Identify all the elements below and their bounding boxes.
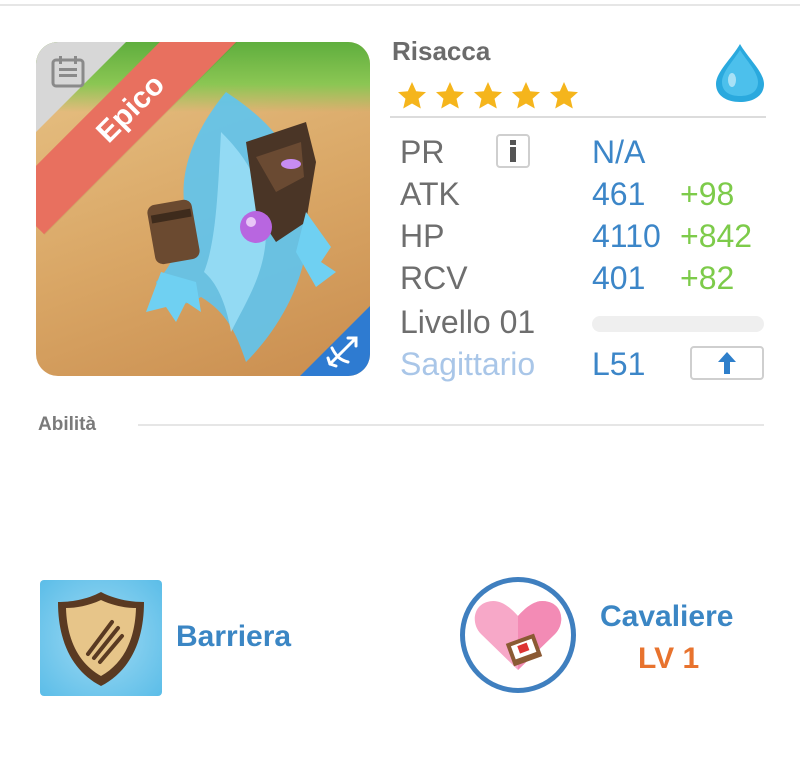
stat-value: 461 [592,175,646,212]
zodiac-link[interactable]: Sagittario [400,346,535,383]
heart-icon [474,600,562,670]
rarity-label: Epico [90,68,172,150]
skill-level: LV 1 [638,642,700,675]
section-divider [138,424,764,426]
star-icon [398,82,426,109]
ability-name[interactable]: Barriera [176,620,291,654]
bow-arrow-icon [326,336,358,368]
zodiac-level: L51 [592,345,646,382]
monster-name: Risacca [392,36,491,66]
level-label: Livello 01 [400,303,536,340]
document-icon[interactable] [50,54,86,90]
star-rating [396,80,580,112]
stat-bonus: +842 [680,217,753,254]
star-icon [512,82,540,109]
ability-tile[interactable] [40,580,162,696]
stat-label: HP [400,217,445,254]
abilities-section-title: Abilità [38,414,97,435]
stat-value: 4110 [592,217,661,254]
stat-label: ATK [400,175,460,212]
stat-value: N/A [592,133,646,170]
stat-value: 401 [592,259,646,296]
skill-name[interactable]: Cavaliere [600,600,733,634]
shield-icon [58,592,144,686]
monster-portrait[interactable]: Epico [36,42,370,376]
upgrade-button[interactable] [690,346,764,380]
stat-bonus: +82 [680,259,735,296]
stat-row-level: Livello 01 [400,302,770,342]
arrow-up-icon [718,352,736,374]
stat-row-zodiac: Sagittario L51 [400,344,770,384]
stat-label: PR [400,133,445,170]
star-icon [436,82,464,109]
skill-badge[interactable] [460,577,576,693]
stat-label: RCV [400,259,468,296]
header-divider [390,116,766,118]
level-progress-bar [592,316,764,332]
info-icon [510,140,516,162]
star-icon [474,82,502,109]
water-drop-icon [716,44,764,102]
stat-bonus: +98 [680,175,735,212]
star-icon [550,82,578,109]
info-button[interactable] [496,134,530,168]
top-divider [0,4,800,6]
